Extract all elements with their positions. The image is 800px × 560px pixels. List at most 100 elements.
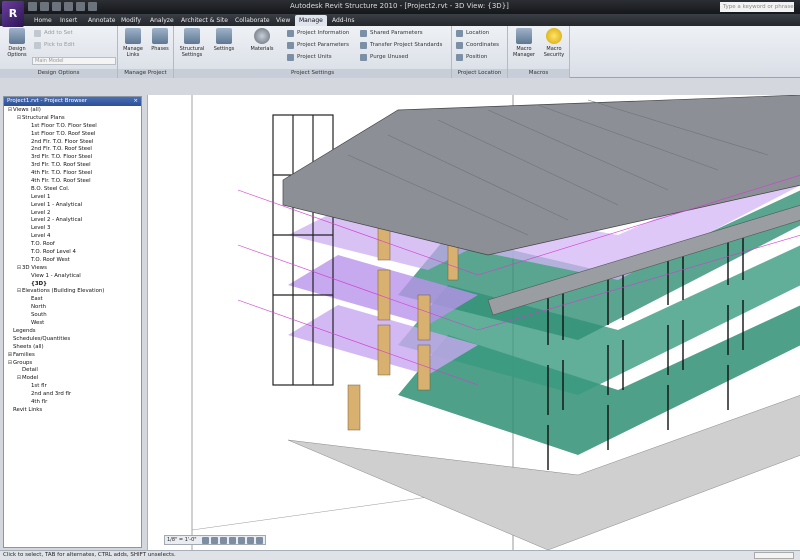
project-units-button[interactable]: Project Units <box>287 52 332 62</box>
panel-label: Design Options <box>0 69 117 78</box>
main-model-select[interactable]: Main Model <box>32 57 116 65</box>
measure-icon[interactable] <box>76 2 85 11</box>
shadows-icon[interactable] <box>219 536 227 544</box>
coordinates-dropdown[interactable]: Coordinates <box>456 40 499 50</box>
tree-item-label: Elevations (Building Elevation) <box>22 288 105 295</box>
tree-item[interactable]: ⊟Model <box>4 375 141 383</box>
tree-item[interactable]: Level 1 - Analytical <box>4 202 141 210</box>
tree-item-label: 4th Flr. T.O. Floor Steel <box>31 170 93 177</box>
tree-item[interactable]: 4th Flr. T.O. Roof Steel <box>4 178 141 186</box>
tree-item[interactable]: 2nd Flr. T.O. Floor Steel <box>4 139 141 147</box>
tree-item[interactable]: ⊟Elevations (Building Elevation) <box>4 288 141 296</box>
tab-manage[interactable]: Manage <box>295 15 327 26</box>
view-scale[interactable]: 1/8" = 1'-0" <box>167 537 197 543</box>
revit-logo-icon[interactable]: R <box>2 1 24 27</box>
phases-icon <box>152 28 168 44</box>
design-options-button[interactable]: Design Options <box>3 28 31 58</box>
macro-security-button[interactable]: Macro Security <box>540 28 568 58</box>
manage-links-button[interactable]: Manage Links <box>119 28 147 58</box>
shared-parameters-button[interactable]: Shared Parameters <box>360 28 423 38</box>
location-button[interactable]: Location <box>456 28 489 38</box>
tree-item[interactable]: South <box>4 312 141 320</box>
add-to-set-button[interactable]: Add to Set <box>34 28 73 38</box>
position-dropdown[interactable]: Position <box>456 52 487 62</box>
tab-analyze[interactable]: Analyze <box>146 15 178 26</box>
panel-label: Project Location <box>452 69 507 78</box>
tree-item[interactable]: Level 3 <box>4 225 141 233</box>
tree-item[interactable]: 3rd Flr. T.O. Roof Steel <box>4 162 141 170</box>
project-parameters-button[interactable]: Project Parameters <box>287 40 349 50</box>
tree-item[interactable]: ⊟Structural Plans <box>4 115 141 123</box>
undo-icon[interactable] <box>52 2 61 11</box>
tree-item[interactable]: Revit Links <box>4 407 141 415</box>
macro-manager-icon <box>516 28 532 44</box>
transfer-project-standards-button[interactable]: Transfer Project Standards <box>360 40 442 50</box>
tree-item[interactable]: Level 2 <box>4 210 141 218</box>
tree-item-label: Sheets (all) <box>13 343 44 350</box>
materials-button[interactable]: Materials <box>248 28 276 52</box>
tree-item[interactable]: Level 4 <box>4 233 141 241</box>
tree-item[interactable]: T.O. Roof Level 4 <box>4 249 141 257</box>
settings-button[interactable]: Settings <box>210 28 238 52</box>
browser-tree: ⊟Views (all) ⊟Structural Plans 1st Floor T… <box>4 106 141 415</box>
visual-style-icon[interactable] <box>210 536 218 544</box>
tab-architect-site[interactable]: Architect & Site <box>177 15 232 26</box>
tab-view[interactable]: View <box>272 15 294 26</box>
tree-item[interactable]: Level 2 - Analytical <box>4 217 141 225</box>
tree-item[interactable]: 1st Floor T.O. Floor Steel <box>4 123 141 131</box>
tree-item[interactable]: View 1 - Analytical <box>4 273 141 281</box>
tab-collaborate[interactable]: Collaborate <box>231 15 274 26</box>
close-icon[interactable]: × <box>133 97 138 106</box>
tree-item-label: Families <box>13 351 35 358</box>
tree-item[interactable]: North <box>4 304 141 312</box>
purge-unused-button[interactable]: Purge Unused <box>360 52 408 62</box>
tab-insert[interactable]: Insert <box>56 15 81 26</box>
redo-icon[interactable] <box>64 2 73 11</box>
3d-view-icon[interactable] <box>88 2 97 11</box>
structural-settings-button[interactable]: Structural Settings <box>178 28 206 58</box>
transfer-icon <box>360 42 367 49</box>
tree-item[interactable]: East <box>4 296 141 304</box>
tab-modify[interactable]: Modify <box>117 15 145 26</box>
tree-item[interactable]: Sheets (all) <box>4 344 141 352</box>
search-input[interactable]: Type a keyword or phrase <box>720 2 794 12</box>
tree-item[interactable]: Detail <box>4 367 141 375</box>
pick-to-edit-button[interactable]: Pick to Edit <box>34 40 75 50</box>
tree-item[interactable]: 2nd and 3rd flr <box>4 391 141 399</box>
tree-item[interactable]: ⊟3D Views <box>4 265 141 273</box>
show-crop-icon[interactable] <box>237 536 245 544</box>
tree-item[interactable]: 3rd Flr. T.O. Floor Steel <box>4 154 141 162</box>
tree-item[interactable]: T.O. Roof West <box>4 257 141 265</box>
panel-label: Manage Project <box>118 69 173 78</box>
open-icon[interactable] <box>28 2 37 11</box>
tree-item[interactable]: Level 1 <box>4 194 141 202</box>
tree-item[interactable]: B.O. Steel Col. <box>4 186 141 194</box>
tree-item[interactable]: ⊞Families <box>4 352 141 360</box>
tab-add-ins[interactable]: Add-Ins <box>328 15 358 26</box>
tree-item[interactable]: 1st Floor T.O. Roof Steel <box>4 131 141 139</box>
macro-manager-button[interactable]: Macro Manager <box>510 28 538 58</box>
crop-view-icon[interactable] <box>228 536 236 544</box>
save-icon[interactable] <box>40 2 49 11</box>
tree-item[interactable]: T.O. Roof <box>4 241 141 249</box>
tree-item[interactable]: Schedules/Quantities <box>4 336 141 344</box>
tree-item[interactable]: West <box>4 320 141 328</box>
tab-annotate[interactable]: Annotate <box>84 15 119 26</box>
temporary-hide-icon[interactable] <box>246 536 254 544</box>
detail-level-icon[interactable] <box>201 536 209 544</box>
tab-home[interactable]: Home <box>30 15 56 26</box>
tree-item-label: View 1 - Analytical <box>31 272 81 279</box>
phases-button[interactable]: Phases <box>146 28 174 52</box>
tree-item[interactable]: 4th flr <box>4 399 141 407</box>
tree-item[interactable]: {3D} <box>4 281 141 289</box>
tree-item[interactable]: 1st flr <box>4 383 141 391</box>
status-filter-box[interactable] <box>754 552 794 559</box>
tree-item[interactable]: 4th Flr. T.O. Floor Steel <box>4 170 141 178</box>
tree-item[interactable]: ⊟Views (all) <box>4 107 141 115</box>
3d-viewport[interactable]: 1/8" = 1'-0" <box>147 95 800 550</box>
project-information-button[interactable]: Project Information <box>287 28 349 38</box>
tree-item[interactable]: Legends <box>4 328 141 336</box>
tree-item[interactable]: ⊟Groups <box>4 360 141 368</box>
tree-item[interactable]: 2nd Flr. T.O. Roof Steel <box>4 146 141 154</box>
reveal-hidden-icon[interactable] <box>255 536 263 544</box>
